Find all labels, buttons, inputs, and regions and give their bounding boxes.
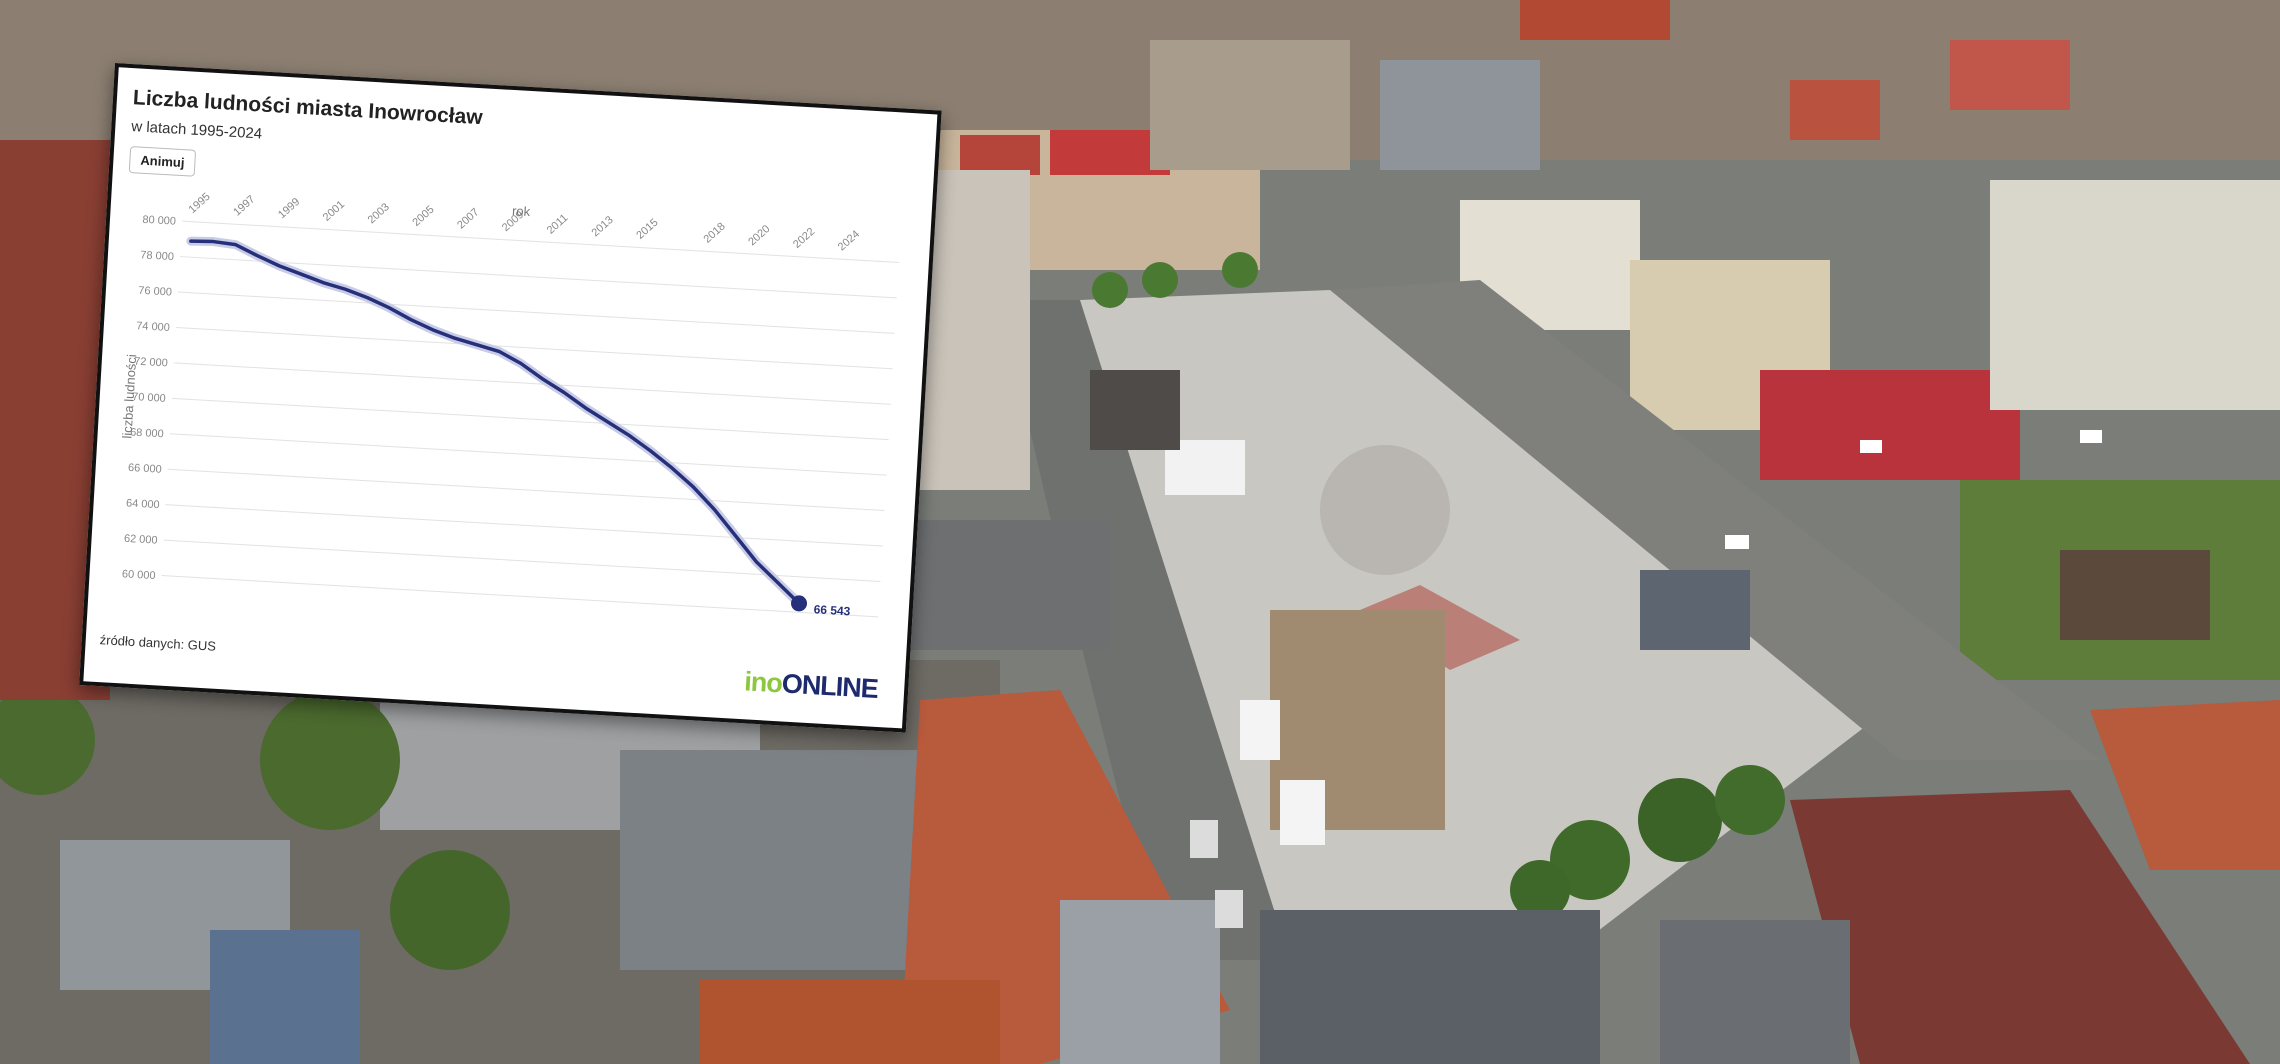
grid-line xyxy=(175,326,893,370)
grid-lines xyxy=(161,220,899,618)
brand-logo-part2: ONLINE xyxy=(781,668,879,704)
y-tick-label: 62 000 xyxy=(124,533,158,547)
x-tick-label: 2011 xyxy=(545,212,571,237)
grid-line xyxy=(179,256,897,299)
x-tick-label: 2020 xyxy=(746,223,772,248)
x-tick-label: 1995 xyxy=(186,191,212,216)
x-tick-label: 2005 xyxy=(410,204,436,229)
x-tick-labels: 1995 1997 1999 2001 2003 2005 2007 2009 2011 2013… xyxy=(186,191,862,254)
x-tick-label: 2015 xyxy=(634,217,660,242)
end-value-label: 66 543 xyxy=(813,602,851,618)
y-tick-label: 78 000 xyxy=(140,249,174,263)
y-tick-label: 64 000 xyxy=(126,497,160,511)
y-tick-label: 60 000 xyxy=(122,568,156,582)
series-line-halo xyxy=(186,236,804,608)
chart-card: Liczba ludności miasta Inowrocław w lata… xyxy=(79,63,942,733)
grid-line xyxy=(167,468,885,512)
brand-logo-part1: ino xyxy=(743,666,783,699)
x-axis-label: rok xyxy=(512,203,531,219)
chart-plot: 80 00078 00076 00074 00072 00070 00068 0… xyxy=(119,191,899,618)
x-tick-label: 2003 xyxy=(366,201,392,226)
series-line xyxy=(189,239,801,606)
x-tick-label: 1997 xyxy=(231,193,257,218)
grid-line xyxy=(171,397,889,441)
grid-line xyxy=(165,504,883,547)
y-tick-label: 80 000 xyxy=(142,214,176,228)
grid-line xyxy=(177,291,895,334)
grid-line xyxy=(169,433,887,476)
y-tick-label: 66 000 xyxy=(128,462,162,476)
y-tick-label: 76 000 xyxy=(138,285,172,299)
x-tick-label: 2024 xyxy=(836,228,862,253)
x-tick-label: 2007 xyxy=(455,206,481,231)
series-population xyxy=(186,236,808,612)
x-tick-label: 1999 xyxy=(276,196,302,221)
x-tick-label: 2018 xyxy=(701,220,727,245)
x-tick-label: 2022 xyxy=(791,226,817,251)
x-tick-label: 2013 xyxy=(590,214,616,239)
y-tick-label: 74 000 xyxy=(136,320,170,334)
x-tick-label: 2001 xyxy=(321,198,347,223)
